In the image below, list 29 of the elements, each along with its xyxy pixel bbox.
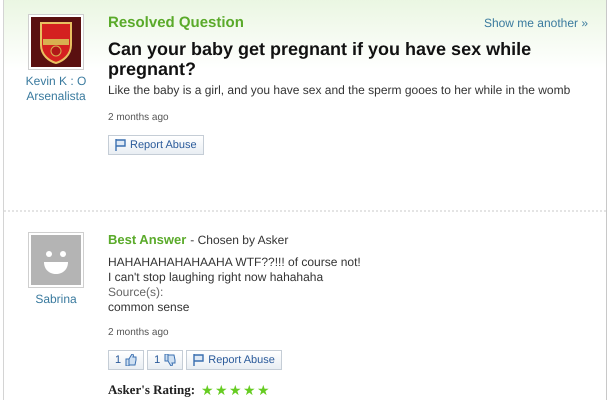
question-time: 2 months ago <box>108 112 170 123</box>
star-icon: ★ <box>229 383 242 397</box>
star-icon: ★ <box>215 383 228 397</box>
answerer-name[interactable]: Sabrina <box>35 292 77 307</box>
answer-text: HAHAHAHAHAHAAHA WTF??!!! of course not! <box>108 255 362 270</box>
rating-label: Asker's Rating: <box>108 382 196 398</box>
star-icon: ★ <box>257 383 270 397</box>
chosen-by-label: - Chosen by Asker <box>190 233 288 247</box>
asker-name[interactable]: Kevin K : O Arsenalista <box>22 74 90 104</box>
question-details: Like the baby is a girl, and you have sex and the sperm gooes to her while in the womb <box>108 83 572 98</box>
status-heading: Resolved Question <box>108 14 244 31</box>
thumbs-down-button[interactable]: 1 <box>147 350 184 370</box>
thumbs-up-icon <box>125 354 138 366</box>
sources-text: common sense <box>108 300 190 315</box>
star-icon: ★ <box>201 383 214 397</box>
report-abuse-button[interactable]: Report Abuse <box>186 350 282 370</box>
smiley-avatar-icon <box>31 235 81 285</box>
question-title: Can your baby get pregnant if you have sex while pregnant? <box>108 39 532 79</box>
report-abuse-button[interactable]: Report Abuse <box>108 135 204 155</box>
show-another-link[interactable]: Show me another » <box>484 16 588 30</box>
sources-label: Source(s): <box>108 285 164 300</box>
flag-icon <box>193 354 204 366</box>
best-answer-heading: Best Answer <box>108 232 186 247</box>
answer-text: I can't stop laughing right now hahahaha <box>108 270 324 285</box>
star-icon: ★ <box>243 383 256 397</box>
flag-icon <box>115 139 126 151</box>
answer-time: 2 months ago <box>108 327 170 338</box>
thumbs-up-button[interactable]: 1 <box>108 350 144 370</box>
thumbs-down-icon <box>164 354 176 366</box>
